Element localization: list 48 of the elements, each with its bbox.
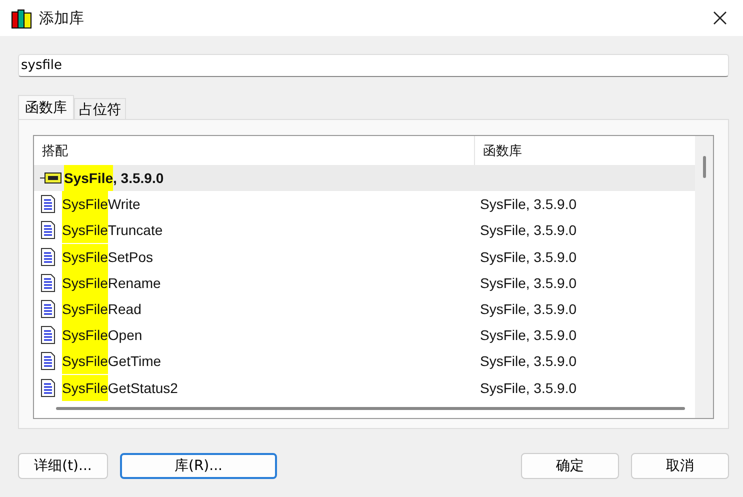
list-row[interactable]: SysFileRead SysFile, 3.5.9.0 xyxy=(34,296,695,322)
library-name: SysFile, 3.5.9.0 xyxy=(480,380,576,396)
list-row[interactable]: SysFileOpen SysFile, 3.5.9.0 xyxy=(34,322,695,348)
list-row[interactable]: SysFileSetPos SysFile, 3.5.9.0 xyxy=(34,244,695,270)
library-name: SysFile, 3.5.9.0 xyxy=(480,222,576,238)
library-name: SysFile, 3.5.9.0 xyxy=(480,353,576,370)
library-name: SysFile, 3.5.9.0 xyxy=(480,301,576,318)
dialog-button[interactable]: 取消 xyxy=(631,453,729,479)
item-name: SysFileGetStatus2 xyxy=(62,374,178,401)
item-name: SysFileGetTime xyxy=(62,348,162,374)
dialog-button[interactable]: 确定 xyxy=(521,453,619,479)
item-name: SysFile, 3.5.9.0 xyxy=(64,165,164,192)
item-name: SysFileWrite xyxy=(62,191,140,218)
search-field[interactable]: sysfile xyxy=(18,54,729,77)
library-name: SysFile, 3.5.9.0 xyxy=(480,248,576,265)
document-icon xyxy=(40,221,56,240)
item-name: SysFileSetPos xyxy=(62,244,154,270)
document-icon xyxy=(40,378,56,397)
tab[interactable]: 函数库 xyxy=(18,95,74,119)
item-name: SysFileRead xyxy=(62,296,142,322)
library-name: SysFile, 3.5.9.0 xyxy=(480,274,576,291)
list-row[interactable]: SysFile, 3.5.9.0 xyxy=(34,165,695,192)
list-row[interactable]: SysFileGetTime SysFile, 3.5.9.0 xyxy=(34,348,695,374)
library-name: SysFile, 3.5.9.0 xyxy=(480,196,576,212)
version-tag-icon xyxy=(40,171,62,186)
dialog-button[interactable]: 详细(t)... xyxy=(18,453,108,479)
item-name: SysFileRename xyxy=(62,270,161,296)
document-icon xyxy=(40,195,56,214)
item-name: SysFileTruncate xyxy=(62,217,163,244)
list-row[interactable]: SysFileWrite SysFile, 3.5.9.0 xyxy=(34,191,695,218)
horizontal-scrollbar[interactable] xyxy=(56,407,685,410)
document-icon xyxy=(40,326,56,344)
document-icon xyxy=(40,274,56,292)
vertical-scrollbar[interactable] xyxy=(695,136,713,418)
books-icon xyxy=(11,7,33,29)
tab[interactable]: 占位符 xyxy=(74,98,126,119)
list-row[interactable]: SysFileGetStatus2 SysFile, 3.5.9.0 xyxy=(34,374,695,401)
document-icon xyxy=(40,248,56,266)
column-header[interactable]: 函数库 xyxy=(475,136,695,165)
window-title: 添加库 xyxy=(39,8,84,28)
list-row[interactable]: SysFileTruncate SysFile, 3.5.9.0 xyxy=(34,217,695,244)
list-row[interactable]: SysFileRename SysFile, 3.5.9.0 xyxy=(34,270,695,296)
document-icon xyxy=(40,352,56,370)
library-name: SysFile, 3.5.9.0 xyxy=(480,327,576,344)
item-name: SysFileOpen xyxy=(62,322,142,348)
document-icon xyxy=(40,300,56,318)
close-icon xyxy=(713,11,727,25)
dialog-button[interactable]: 库(R)... xyxy=(120,453,277,479)
